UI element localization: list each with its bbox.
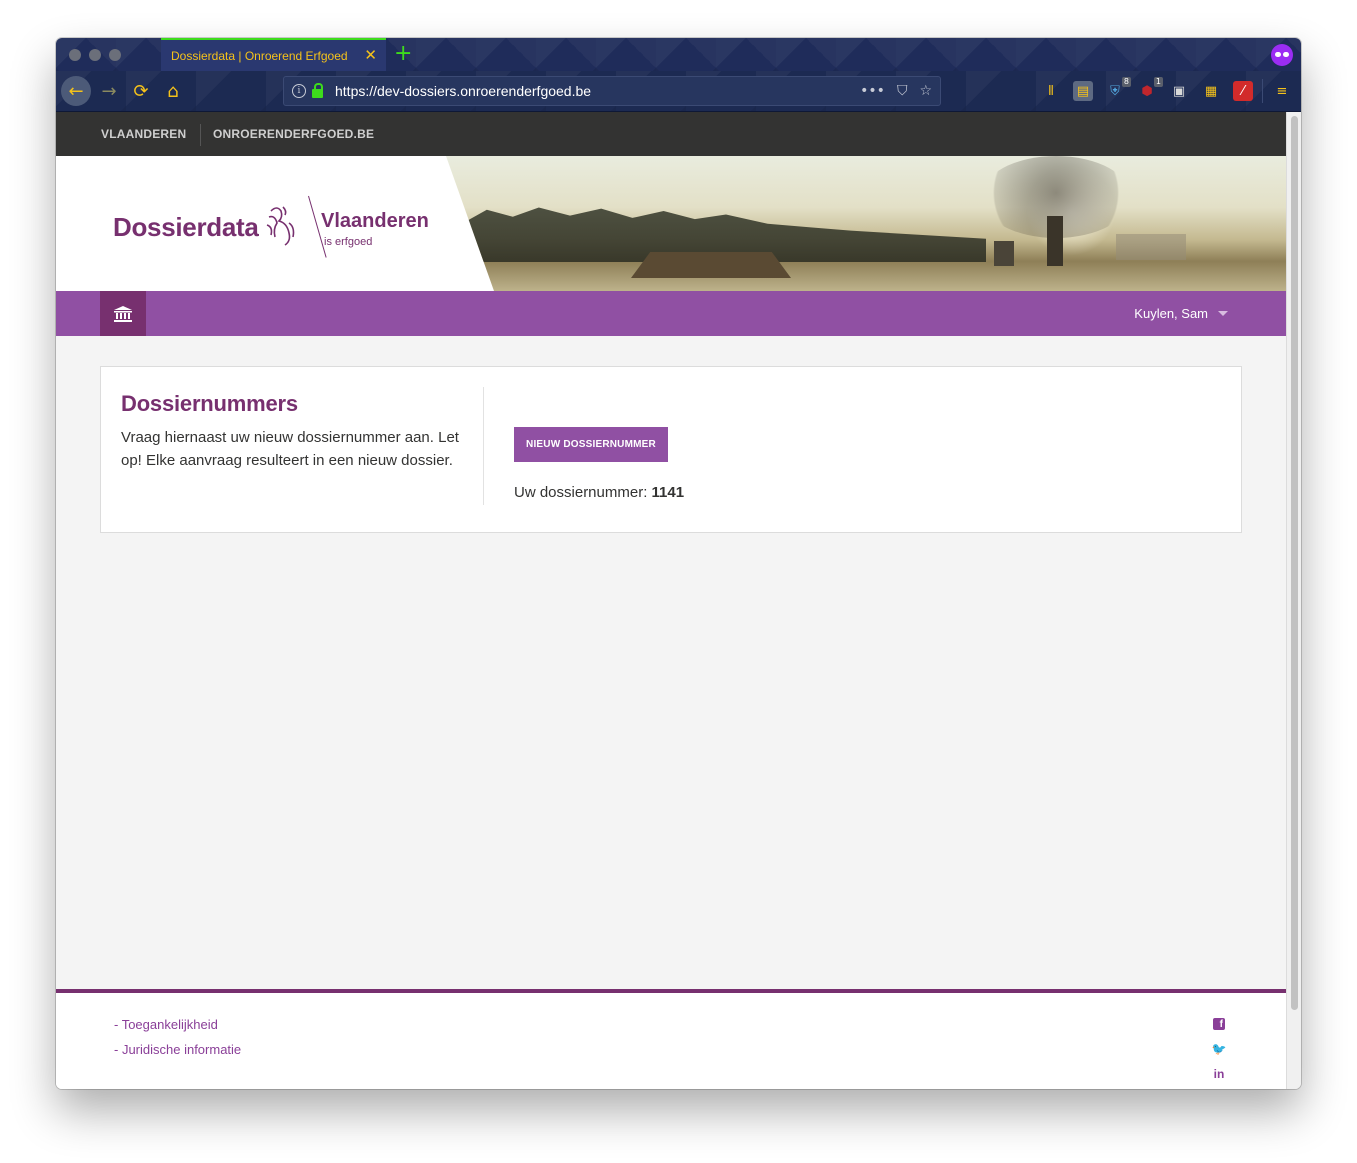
user-menu[interactable]: Kuylen, Sam <box>1134 306 1228 321</box>
tab-close-icon[interactable]: ✕ <box>364 48 377 63</box>
page-scrollbar[interactable] <box>1286 112 1301 1089</box>
page-viewport: VLAANDEREN ONROERENDERFGOED.BE Dossierda… <box>56 112 1286 1089</box>
close-window-button[interactable] <box>69 49 81 61</box>
back-arrow-icon[interactable]: ← <box>61 76 91 106</box>
url-actions: ••• ⛉ ☆ <box>860 83 940 99</box>
topbar-divider <box>200 124 201 146</box>
home-nav-button[interactable] <box>100 291 146 336</box>
site-brand[interactable]: Dossierdata <box>113 212 259 243</box>
chevron-down-icon <box>1218 311 1228 316</box>
facebook-icon[interactable]: f <box>1212 1017 1226 1031</box>
global-topbar: VLAANDEREN ONROERENDERFGOED.BE <box>56 112 1286 156</box>
site-header: Dossierdata Vlaanderen is erfgoed <box>56 156 1286 291</box>
vlaanderen-title: Vlaanderen <box>321 210 429 232</box>
page-actions-icon[interactable]: ••• <box>860 83 885 99</box>
vlaanderen-subtitle: is erfgoed <box>324 236 373 248</box>
dossier-card: Dossiernummers Vraag hiernaast uw nieuw … <box>100 366 1242 533</box>
address-bar[interactable]: i https://dev-dossiers.onroerenderfgoed.… <box>283 76 941 106</box>
footer-link-legal[interactable]: - Juridische informatie <box>114 1042 241 1057</box>
hero-big-tree <box>981 156 1131 266</box>
hero-tree-trunk <box>1047 216 1063 266</box>
tab-bar: Dossierdata | Onroerend Erfgoed ✕ + <box>56 38 1301 71</box>
new-tab-button[interactable]: + <box>394 43 412 65</box>
url-text[interactable]: https://dev-dossiers.onroerenderfgoed.be <box>335 83 860 99</box>
minimize-window-button[interactable] <box>89 49 101 61</box>
browser-window: Dossierdata | Onroerend Erfgoed ✕ + ← → … <box>56 38 1301 1089</box>
header-landscape-image <box>446 156 1286 291</box>
pocket-icon[interactable]: ⛉ <box>897 83 908 99</box>
card-intro: Dossiernummers Vraag hiernaast uw nieuw … <box>121 391 466 472</box>
topbar-link-onroerenderfgoed[interactable]: ONROERENDERFGOED.BE <box>213 127 374 141</box>
main-nav-bar: Kuylen, Sam <box>56 291 1286 336</box>
site-footer: - Toegankelijkheid - Juridische informat… <box>56 989 1286 1089</box>
card-divider <box>483 387 484 505</box>
footer-link-accessibility[interactable]: - Toegankelijkheid <box>114 1017 218 1032</box>
user-name: Kuylen, Sam <box>1134 306 1208 321</box>
reload-icon[interactable]: ⟳ <box>126 76 156 106</box>
tab-title: Dossierdata | Onroerend Erfgoed <box>171 48 348 63</box>
home-icon[interactable]: ⌂ <box>158 76 188 106</box>
reader-sidebar-icon[interactable]: ▤ <box>1073 81 1093 101</box>
extension-shield-icon[interactable]: ⛨ 8 <box>1105 77 1131 101</box>
dossier-number-value: 1141 <box>651 484 685 501</box>
new-dossier-number-button[interactable]: NIEUW DOSSIERNUMMER <box>514 427 668 462</box>
flemish-lion-icon <box>266 206 295 246</box>
card-description: Vraag hiernaast uw nieuw dossiernummer a… <box>121 429 459 469</box>
navigation-toolbar: ← → ⟳ ⌂ i https://dev-dossiers.onroerend… <box>56 71 1301 112</box>
extension-badge: 8 <box>1121 77 1131 87</box>
red-extension-icon[interactable]: ⁄ <box>1233 81 1253 101</box>
scrollbar-thumb[interactable] <box>1291 116 1298 1010</box>
hero-mound <box>631 252 791 278</box>
grid-extension-icon[interactable]: ▦ <box>1201 81 1221 101</box>
site-info-icon[interactable]: i <box>292 84 306 98</box>
private-browsing-mask-icon <box>1271 44 1293 66</box>
ublock-icon[interactable]: ⬢ 1 <box>1137 77 1163 101</box>
dossier-number-result: Uw dossiernummer: 1141 <box>514 484 684 501</box>
topbar-link-vlaanderen[interactable]: VLAANDEREN <box>101 127 186 141</box>
toolbar-separator <box>1262 79 1263 103</box>
dossier-number-label: Uw dossiernummer: <box>514 484 648 501</box>
hamburger-menu-icon[interactable]: ≡ <box>1272 81 1292 101</box>
ublock-badge: 1 <box>1153 77 1163 87</box>
container-tabs-icon[interactable]: ▣ <box>1169 81 1189 101</box>
twitter-icon[interactable]: 🐦 <box>1212 1042 1227 1056</box>
bookmark-star-icon[interactable]: ☆ <box>919 83 932 99</box>
linkedin-icon[interactable]: in <box>1212 1067 1226 1081</box>
card-title: Dossiernummers <box>121 391 298 416</box>
library-icon[interactable]: ⫴ <box>1041 81 1061 101</box>
building-columns-icon <box>114 305 132 322</box>
zoom-window-button[interactable] <box>109 49 121 61</box>
facebook-glyph: f <box>1213 1018 1225 1030</box>
forward-arrow-icon[interactable]: → <box>94 76 124 106</box>
active-tab[interactable]: Dossierdata | Onroerend Erfgoed ✕ <box>161 38 386 71</box>
secure-lock-icon <box>312 82 323 98</box>
